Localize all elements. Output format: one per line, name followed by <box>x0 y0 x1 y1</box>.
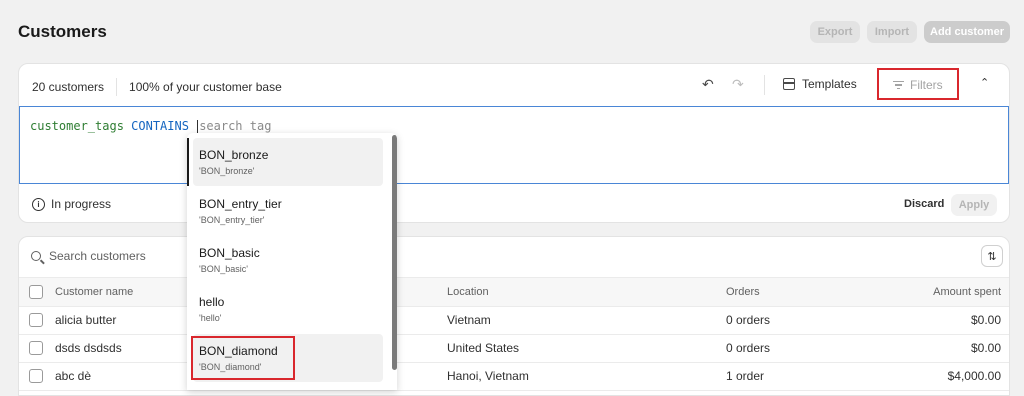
focus-indicator <box>187 138 189 186</box>
customer-location: Vietnam <box>447 313 491 327</box>
customer-location: Hanoi, Vietnam <box>447 369 529 383</box>
suggestion-value: 'hello' <box>199 313 222 323</box>
search-icon <box>31 251 41 261</box>
customer-stats: 20 customers 100% of your customer base <box>32 78 282 96</box>
undo-icon[interactable]: ↶ <box>702 76 714 93</box>
suggestion-item[interactable]: BON_bronze 'BON_bronze' <box>193 138 383 186</box>
info-icon: i <box>32 197 45 211</box>
customer-amount: $4,000.00 <box>947 369 1001 383</box>
suggestion-value: 'BON_basic' <box>199 264 248 274</box>
search-input[interactable]: Search customers <box>49 249 146 263</box>
query-text[interactable]: customer_tags CONTAINS search tag <box>30 119 271 134</box>
suggestion-label: hello <box>199 295 225 309</box>
column-header-name[interactable]: Customer name <box>55 286 133 298</box>
customer-location: United States <box>447 341 520 355</box>
templates-button[interactable]: Templates <box>783 77 857 91</box>
add-customer-button[interactable]: Add customer <box>924 21 1010 43</box>
row-checkbox[interactable] <box>29 341 43 355</box>
customer-share: 100% of your customer base <box>129 80 282 94</box>
query-editor[interactable]: customer_tags CONTAINS search tag <box>19 106 1009 184</box>
divider <box>764 75 765 95</box>
suggestion-label: BON_basic <box>199 246 260 260</box>
divider <box>116 78 118 96</box>
sort-button[interactable]: ⇅ <box>981 245 1003 267</box>
suggestion-label: BON_bronze <box>199 148 269 162</box>
query-status: i In progress <box>32 197 111 211</box>
suggestion-value: 'BON_bronze' <box>199 166 255 176</box>
templates-label: Templates <box>802 77 857 91</box>
table-row[interactable]: alicia butter Vietnam 0 orders $0.00 <box>19 306 1009 335</box>
export-button[interactable]: Export <box>810 21 860 43</box>
row-checkbox[interactable] <box>29 369 43 383</box>
customer-orders: 0 orders <box>726 313 771 327</box>
discard-button[interactable]: Discard <box>904 198 944 210</box>
column-header-orders[interactable]: Orders <box>726 286 760 298</box>
column-header-amount[interactable]: Amount spent <box>899 286 1001 298</box>
templates-icon <box>783 78 795 90</box>
select-all-checkbox[interactable] <box>29 285 43 299</box>
query-field: customer_tags <box>30 119 124 133</box>
table-header: Customer name Location Orders Amount spe… <box>19 277 1009 307</box>
customers-table-card: Search customers ⇅ Customer name Locatio… <box>18 236 1010 396</box>
customer-name[interactable]: abc dè <box>55 369 91 383</box>
customer-name[interactable]: alicia butter <box>55 313 116 327</box>
customer-amount: $0.00 <box>970 313 1001 327</box>
sort-icon: ⇅ <box>987 250 997 263</box>
filters-label: Filters <box>910 78 943 92</box>
customer-orders: 0 orders <box>726 341 771 355</box>
page-title: Customers <box>18 22 107 41</box>
import-button[interactable]: Import <box>867 21 917 43</box>
chevron-up-icon[interactable]: ⌃ <box>980 76 989 89</box>
suggestion-item[interactable]: hello 'hello' <box>193 285 383 333</box>
column-header-location[interactable]: Location <box>447 286 489 298</box>
customer-orders: 1 order <box>726 369 765 383</box>
suggestion-label: BON_entry_tier <box>199 197 282 211</box>
customer-name[interactable]: dsds dsdsds <box>55 341 122 355</box>
customer-count: 20 customers <box>32 80 105 94</box>
filters-button[interactable]: Filters <box>893 78 943 92</box>
redo-icon[interactable]: ↷ <box>732 76 744 93</box>
suggestion-value: 'BON_entry_tier' <box>199 215 265 225</box>
filter-icon <box>893 80 904 90</box>
customer-amount: $0.00 <box>970 341 1001 355</box>
dropdown-scrollbar[interactable] <box>392 135 397 370</box>
status-text: In progress <box>51 197 112 211</box>
suggestion-item[interactable]: BON_basic 'BON_basic' <box>193 236 383 284</box>
table-row[interactable]: dsds dsdsds United States 0 orders $0.00 <box>19 334 1009 363</box>
query-placeholder: search tag <box>199 119 272 133</box>
apply-button[interactable]: Apply <box>951 194 997 216</box>
table-row[interactable]: abc dè Hanoi, Vietnam 1 order $4,000.00 <box>19 362 1009 391</box>
query-operator: CONTAINS <box>131 119 189 133</box>
row-checkbox[interactable] <box>29 313 43 327</box>
suggestion-item[interactable]: BON_entry_tier 'BON_entry_tier' <box>193 187 383 235</box>
diamond-highlight-box <box>191 336 295 380</box>
segment-card: 20 customers 100% of your customer base … <box>18 63 1010 223</box>
search-bar[interactable]: Search customers <box>31 249 146 263</box>
